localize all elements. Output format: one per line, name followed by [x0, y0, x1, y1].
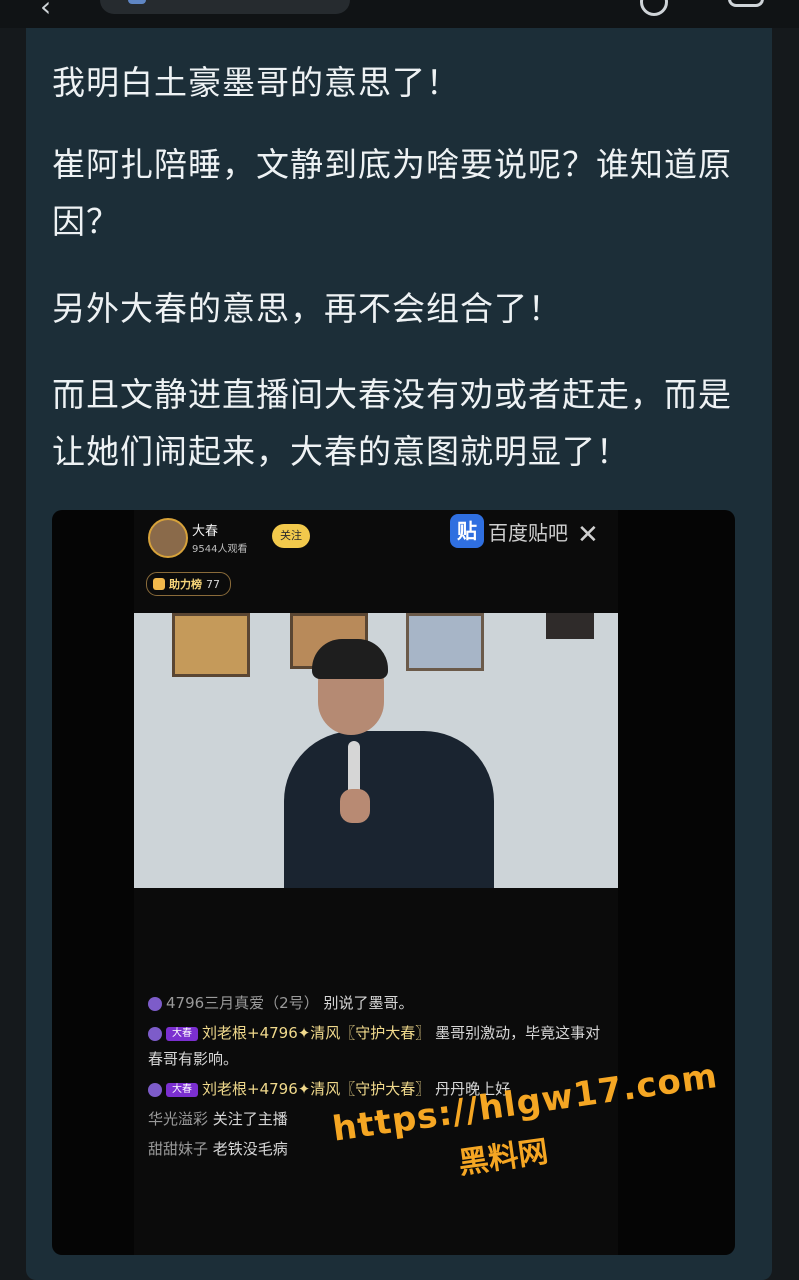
streamer-body	[284, 731, 494, 888]
chat-text: 别说了墨哥。	[323, 994, 414, 1012]
post-paragraph: 崔阿扎陪睡，文静到底为啥要说呢？谁知道原因？	[52, 145, 732, 241]
chat-user: 甜甜妹子	[148, 1140, 209, 1158]
rank-value: 77	[206, 577, 220, 591]
chat-message: 大春 刘老根+4796✦清风〖守护大春〗 墨哥别激动，毕竟这事对春哥有影响。	[148, 1020, 608, 1072]
forum-avatar	[128, 0, 146, 4]
tieba-logo-icon: 贴	[450, 514, 484, 548]
chat-user: 刘老根+4796✦清风〖守护大春〗	[202, 1080, 431, 1098]
more-icon[interactable]	[728, 0, 764, 7]
avatar	[148, 518, 188, 558]
post-paragraph: 另外大春的意思，再不会组合了！	[52, 289, 562, 328]
lamp	[546, 613, 594, 639]
chevron-left-icon[interactable]: ‹	[40, 0, 51, 23]
rank-badge: 助力榜 77	[146, 572, 231, 596]
wall-painting	[172, 613, 250, 677]
fan-tag: 大春	[166, 1026, 198, 1041]
chat-user: 刘老根+4796✦清风〖守护大春〗	[202, 1024, 431, 1042]
streamer-cap	[312, 639, 388, 679]
top-bar: ‹	[0, 0, 799, 28]
shield-icon	[153, 578, 165, 590]
chat-user: 4796三月真爱（2号）	[166, 994, 319, 1012]
streamer-name: 大春	[192, 524, 219, 539]
user-level-icon	[148, 1082, 162, 1097]
wall-painting	[406, 613, 484, 671]
fan-tag: 大春	[166, 1082, 198, 1097]
user-level-icon	[148, 996, 162, 1011]
post-paragraph: 而且文静进直播间大春没有劝或者赶走，而是让她们闹起来，大春的意图就明显了！	[52, 375, 732, 471]
tieba-watermark: 贴 百度贴吧	[450, 514, 568, 548]
viewer-count: 9544人观看	[192, 544, 248, 555]
forum-pill[interactable]	[100, 0, 350, 14]
tieba-name: 百度贴吧	[488, 520, 568, 545]
post-paragraph: 我明白土豪墨哥的意思了！	[52, 63, 460, 102]
search-icon[interactable]	[640, 0, 668, 16]
chat-text: 老铁没毛病	[212, 1140, 288, 1158]
user-level-icon	[148, 1026, 162, 1041]
chat-user: 华光溢彩	[148, 1110, 209, 1128]
chat-message: 4796三月真爱（2号） 别说了墨哥。	[148, 990, 608, 1016]
video-frame	[134, 613, 618, 888]
chat-text: 关注了主播	[212, 1110, 288, 1128]
close-icon: ✕	[577, 520, 599, 550]
follow-button: 关注	[272, 524, 310, 548]
rank-label: 助力榜	[169, 578, 202, 591]
streamer-hand	[340, 789, 370, 823]
